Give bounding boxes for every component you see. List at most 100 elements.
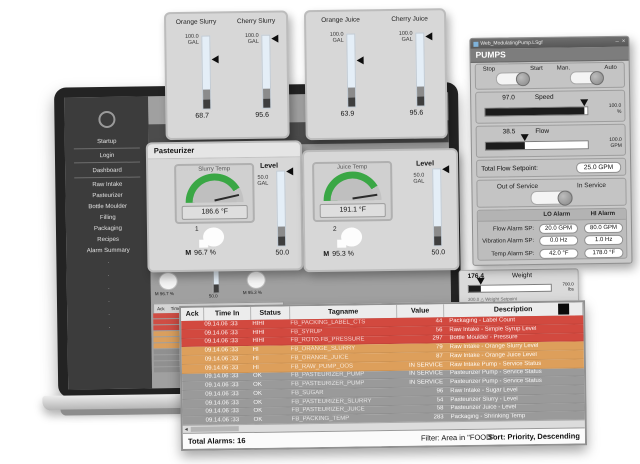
mini-pump-icon: [247, 271, 266, 289]
alarm-time-cell: 09.14.06 :33: [204, 356, 251, 363]
alarm-description-cell: Bottle Moulder - Pressure: [445, 334, 583, 342]
close-button[interactable]: ×: [622, 39, 626, 45]
speed-slider-marker[interactable]: [580, 99, 588, 106]
setpoint-label: Vibration Alarm SP:: [478, 238, 536, 245]
toggle-pill[interactable]: [496, 72, 530, 85]
flow-slider[interactable]: [485, 140, 589, 150]
close-icon[interactable]: [558, 304, 569, 315]
alarm-status-cell: HIHI: [250, 329, 290, 336]
slurry-level-marker[interactable]: [286, 167, 293, 175]
setpoint-label: Temp Alarm SP:: [478, 250, 536, 257]
window-icon: [473, 41, 478, 46]
tank-level-marker-icon[interactable]: [357, 56, 364, 64]
pump-icon[interactable]: [341, 227, 362, 246]
pump-number: 2: [333, 226, 337, 233]
alarm-description-cell: Pasteurizer Pump - Service Status: [446, 369, 584, 377]
tank-level-marker-icon[interactable]: [211, 55, 218, 63]
speed-section: 97.0 Speed 100.0%: [475, 90, 625, 124]
sidebar-dot[interactable]: ·: [66, 256, 150, 270]
tank-value: 95.6: [245, 112, 279, 119]
sidebar-item[interactable]: Login: [74, 150, 140, 163]
alarm-tagname-cell: FB_ROTO.FB_PRESSURE: [291, 336, 397, 343]
alarm-time-cell: 09.14.06 :33: [204, 408, 251, 415]
alarm-value-cell: IN SERVICE: [397, 371, 446, 378]
weight-slider[interactable]: [468, 284, 552, 293]
tank-level-tube: [415, 33, 425, 107]
alarm-column-header[interactable]: Time In: [204, 307, 251, 321]
alarm-tagname-cell: FB_RAW_PUMP_OOS: [291, 363, 397, 370]
tank-title: Orange Juice: [306, 16, 375, 24]
lo-setpoint-field[interactable]: 0.0 Hz: [539, 235, 578, 246]
hi-setpoint-field[interactable]: 1.0 Hz: [584, 235, 623, 246]
minimize-button[interactable]: –: [616, 39, 619, 45]
tank-level-marker-icon[interactable]: [271, 35, 278, 43]
juice-temp-gauge: Juice Temp 191.1 °F: [312, 161, 393, 222]
speed-slider[interactable]: [484, 106, 588, 116]
tank: Orange Slurry 100.0GAL 68.7: [166, 13, 228, 138]
sidebar-dot[interactable]: ·: [67, 295, 151, 309]
weight-slider-marker[interactable]: [477, 278, 485, 285]
hi-setpoint-field[interactable]: 178.0 °F: [584, 247, 623, 258]
alarm-time-cell: 09.14.06 :33: [204, 365, 251, 372]
hi-setpoint-field[interactable]: 80.0 GPM: [584, 222, 623, 233]
scrollbar-thumb[interactable]: [191, 426, 239, 432]
sort-label: Sort: Priority, Descending: [488, 431, 580, 441]
level-capacity: 50.0GAL: [242, 175, 268, 188]
alarm-setpoints-section: LO Alarm HI Alarm Flow Alarm SP: 20.0 GP…: [477, 208, 628, 261]
alarm-value-cell: 79: [397, 344, 446, 351]
manual-label: Man.: [557, 65, 570, 71]
tank-title: Cherry Juice: [375, 15, 444, 23]
tank-level-marker-icon[interactable]: [425, 33, 432, 41]
tank-capacity: 100.0GAL: [330, 32, 344, 45]
alarm-status-cell: OK: [251, 408, 291, 415]
man-auto-toggle[interactable]: Man. Auto: [550, 63, 624, 88]
tank-capacity: 100.0GAL: [185, 34, 199, 47]
flow-slider-marker[interactable]: [521, 134, 529, 141]
level-label: Level: [260, 163, 278, 170]
alarm-tagname-cell: FB_PASTEURIZER_SLURRY: [291, 398, 397, 405]
alarm-tagname-cell: FB_SUGAR: [291, 389, 397, 396]
alarm-status-cell: HIHI: [250, 320, 290, 327]
alarm-column-header[interactable]: Ack: [181, 308, 204, 321]
sidebar-dot[interactable]: ·: [67, 321, 151, 335]
alarm-time-cell: 09.14.06 :33: [204, 382, 251, 389]
service-section: Out of Service In Service: [476, 178, 626, 208]
sidebar-dot[interactable]: ·: [67, 308, 151, 322]
total-flow-field[interactable]: 25.0 GPM: [576, 161, 621, 173]
start-label: Start: [530, 66, 543, 72]
alarm-tagname-cell: FB_SYRUP: [290, 328, 396, 335]
mini-tube-label: 50.0: [209, 293, 218, 298]
tank-level-tube: [201, 36, 211, 110]
alarm-time-cell: 09.14.06 :33: [205, 417, 252, 424]
juice-level-marker[interactable]: [442, 165, 449, 173]
alarm-value-cell: 87: [397, 353, 446, 360]
pump-mode-line: M95.3 %: [323, 251, 354, 258]
alarm-description-cell: Raw Intake - Sugar Level: [446, 386, 584, 394]
lo-setpoint-field[interactable]: 20.0 GPM: [539, 223, 578, 234]
total-flow-section: Total Flow Setpoint: 25.0 GPM: [476, 158, 626, 178]
alarm-status-cell: HI: [251, 364, 291, 371]
alarm-column-header[interactable]: Status: [251, 306, 290, 320]
tank-capacity: 100.0GAL: [245, 33, 259, 46]
pump-icon[interactable]: [203, 227, 224, 246]
sidebar-item[interactable]: Dashboard: [74, 165, 140, 178]
sidebar-item[interactable]: Startup: [74, 136, 140, 149]
alarm-column-header[interactable]: Value: [397, 304, 444, 318]
toggle-pill[interactable]: [570, 71, 604, 84]
mini-pump-icon: [159, 272, 178, 290]
service-toggle[interactable]: [530, 190, 572, 205]
laptop-logo-icon: [98, 111, 115, 128]
auto-label: Auto: [604, 65, 616, 71]
alarm-tagname-cell: FB_PASTEURIZER_JUICE: [291, 406, 397, 413]
stop-start-toggle[interactable]: Stop Start: [476, 64, 550, 89]
alarm-value-cell: 56: [396, 327, 445, 334]
panel-title: Pasteurizer: [148, 142, 300, 159]
sidebar-dot[interactable]: ·: [67, 269, 151, 283]
speed-max-label: 100.0%: [609, 103, 622, 116]
sidebar-dot[interactable]: ·: [67, 282, 151, 296]
level-tube: [276, 170, 286, 246]
lo-setpoint-field[interactable]: 42.0 °F: [539, 248, 578, 259]
alarm-status-cell: OK: [251, 399, 291, 406]
filter-label: Filter: Area in "FOOD": [421, 433, 494, 443]
alarm-status-cell: HI: [251, 355, 291, 362]
